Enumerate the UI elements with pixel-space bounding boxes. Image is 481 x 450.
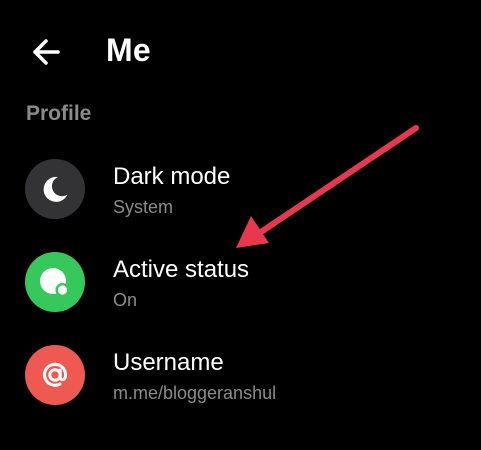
settings-screen: Me Profile Dark mode System Active statu… [0,0,481,450]
username-title: Username [113,349,224,376]
dark-mode-value: System [113,197,174,217]
page-title: Me [106,32,151,68]
arrow-left-icon [33,39,60,65]
section-header-profile: Profile [26,102,92,125]
username-icon-circle [25,345,85,405]
username-value: m.me/bloggeranshul [113,383,277,403]
active-status-setting[interactable]: Active status On [0,237,481,325]
active-status-icon-circle [25,252,85,312]
active-status-icon [40,268,70,297]
dark-mode-title: Dark mode [113,163,231,190]
back-button[interactable] [28,34,64,70]
at-sign-icon [43,362,68,387]
dark-mode-icon-circle [25,159,85,219]
dark-mode-setting[interactable]: Dark mode System [0,144,481,232]
active-status-title: Active status [113,256,250,283]
moon-icon [43,176,68,202]
active-status-value: On [113,290,138,310]
username-setting[interactable]: Username m.me/bloggeranshul [0,330,481,418]
